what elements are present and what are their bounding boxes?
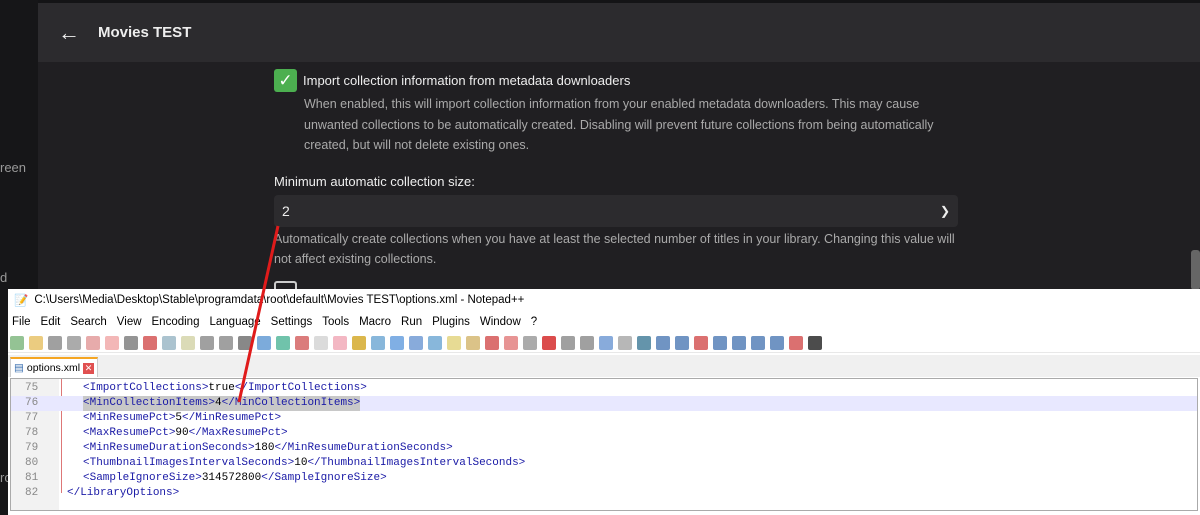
arrow-line — [237, 225, 280, 403]
annotation-arrow — [237, 225, 280, 403]
